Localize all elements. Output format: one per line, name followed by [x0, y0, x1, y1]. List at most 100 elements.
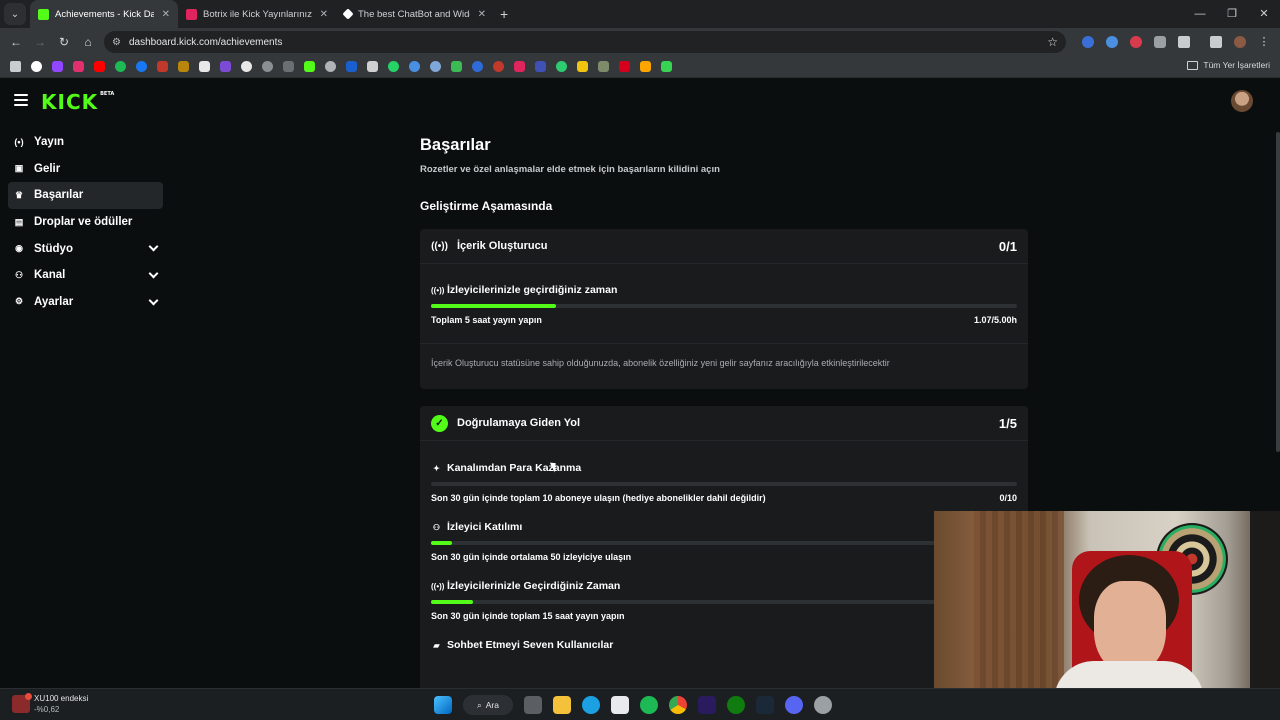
bookmark-icon[interactable]	[346, 61, 357, 72]
bookmark-icon[interactable]	[409, 61, 420, 72]
sidebar-item-basarilar[interactable]: ♛ Başarılar	[8, 182, 163, 209]
tab-botrix[interactable]: Botrix ile Kick Yayınlarınızı Daha ✕	[178, 0, 336, 28]
bookmark-icon[interactable]	[598, 61, 609, 72]
x-icon[interactable]	[199, 61, 210, 72]
twitch-icon[interactable]	[52, 61, 63, 72]
bookmark-icon[interactable]	[262, 61, 273, 72]
folder-icon	[1187, 60, 1199, 70]
app-icon[interactable]	[814, 696, 832, 714]
reload-icon[interactable]: ↻	[52, 35, 76, 49]
bookmark-icon[interactable]	[577, 61, 588, 72]
requirement-heading: ⚇ İzleyici Katılımı	[431, 521, 1017, 533]
puzzle-icon[interactable]	[1178, 36, 1190, 48]
profile-icon[interactable]	[1234, 36, 1246, 48]
bookmark-icon[interactable]	[157, 61, 168, 72]
taskbar-search[interactable]: ⌕ Ara	[463, 695, 513, 715]
chevron-down-icon[interactable]	[148, 268, 159, 279]
card-header: ((•)) İçerik Oluşturucu 0/1	[420, 229, 1028, 264]
close-tab-icon[interactable]: ✕	[320, 9, 328, 20]
close-tab-icon[interactable]: ✕	[162, 9, 170, 20]
discord-icon[interactable]	[785, 696, 803, 714]
market-widget[interactable]: XU100 endeksi -%0,62	[12, 693, 88, 715]
spotify-icon[interactable]	[115, 61, 126, 72]
shield-icon[interactable]	[1154, 36, 1166, 48]
sidebar-item-kanal[interactable]: ⚇ Kanal	[8, 262, 163, 289]
bookmark-star-icon[interactable]: ☆	[1047, 35, 1058, 49]
tiktok-icon[interactable]	[241, 61, 252, 72]
forward-icon[interactable]: →	[28, 35, 52, 49]
extension-icon[interactable]	[1106, 36, 1118, 48]
store-icon[interactable]	[611, 696, 629, 714]
wallet-icon: ▣	[14, 163, 24, 174]
close-tab-icon[interactable]: ✕	[478, 9, 486, 20]
extension-icon[interactable]	[1130, 36, 1142, 48]
steam-icon[interactable]	[756, 696, 774, 714]
sidebar-item-gelir[interactable]: ▣ Gelir	[8, 156, 163, 183]
url-input[interactable]: ⚙ dashboard.kick.com/achievements ☆	[104, 31, 1066, 53]
whatsapp-icon[interactable]	[388, 61, 399, 72]
home-icon[interactable]: ⌂	[76, 35, 100, 49]
sidebar-item-droplar[interactable]: ▤ Droplar ve ödüller	[8, 209, 163, 236]
windows-start-icon[interactable]	[434, 696, 452, 714]
taskbar-apps: ⌕ Ara	[434, 695, 843, 715]
bookmark-icon[interactable]	[619, 61, 630, 72]
edge-icon[interactable]	[582, 696, 600, 714]
gear-icon: ⚙	[14, 296, 24, 307]
new-tab-icon[interactable]: +	[500, 6, 508, 22]
chevron-down-icon[interactable]	[148, 295, 159, 306]
kick-icon[interactable]	[304, 61, 315, 72]
extension-icon[interactable]	[1082, 36, 1094, 48]
requirement-title: Kanalımdan Para Kazanma	[447, 462, 582, 474]
chat-bubble-icon: ▰	[433, 640, 440, 650]
broadcast-icon: ((•))	[431, 285, 445, 295]
page-scrollbar[interactable]	[1276, 132, 1280, 452]
hamburger-menu-icon[interactable]	[14, 94, 28, 109]
facebook-icon[interactable]	[136, 61, 147, 72]
bookmark-icon[interactable]	[493, 61, 504, 72]
tab-search-icon[interactable]: ⌄	[4, 3, 26, 25]
tab-chatbot[interactable]: The best ChatBot and Widgets ✕	[336, 0, 494, 28]
chevron-down-icon[interactable]	[148, 241, 159, 252]
sidebar-item-ayarlar[interactable]: ⚙ Ayarlar	[8, 289, 163, 316]
card-progress-count: 0/1	[998, 238, 1017, 254]
bookmark-icon[interactable]	[640, 61, 651, 72]
premiere-icon[interactable]	[698, 696, 716, 714]
sidebar-item-yayin[interactable]: (•) Yayın	[8, 129, 163, 156]
maps-icon[interactable]	[451, 61, 462, 72]
bookmark-icon[interactable]	[661, 61, 672, 72]
xbox-icon[interactable]	[727, 696, 745, 714]
bookmark-icon[interactable]	[514, 61, 525, 72]
tab-groups-icon[interactable]	[1210, 36, 1222, 48]
bookmark-icon[interactable]	[220, 61, 231, 72]
chrome-icon[interactable]	[669, 696, 687, 714]
google-icon[interactable]	[31, 61, 42, 72]
back-icon[interactable]: ←	[4, 35, 28, 49]
bookmark-icon[interactable]	[367, 61, 378, 72]
bookmarks-bar: Tüm Yer İşaretleri	[0, 56, 1280, 78]
instagram-icon[interactable]	[73, 61, 84, 72]
bookmark-icon[interactable]	[472, 61, 483, 72]
site-info-icon[interactable]: ⚙	[112, 37, 121, 48]
bookmark-icon[interactable]	[535, 61, 546, 72]
progress-fill	[431, 304, 557, 308]
sidebar-item-studyo[interactable]: ◉ Stüdyo	[8, 235, 163, 262]
bookmark-icon[interactable]	[325, 61, 336, 72]
youtube-icon[interactable]	[94, 61, 105, 72]
maximize-icon[interactable]: ❐	[1216, 0, 1248, 28]
task-view-icon[interactable]	[524, 696, 542, 714]
apps-grid-icon[interactable]	[10, 61, 21, 72]
bookmark-icon[interactable]	[178, 61, 189, 72]
spotify-icon[interactable]	[640, 696, 658, 714]
bookmark-icon[interactable]	[430, 61, 441, 72]
bookmark-icon[interactable]	[283, 61, 294, 72]
file-explorer-icon[interactable]	[553, 696, 571, 714]
tab-achievements[interactable]: Achievements - Kick Dashboard ✕	[30, 0, 178, 28]
all-bookmarks-button[interactable]: Tüm Yer İşaretleri	[1187, 60, 1270, 70]
user-avatar[interactable]	[1231, 90, 1253, 112]
bookmark-icon[interactable]	[556, 61, 567, 72]
browser-tab-bar: ⌄ Achievements - Kick Dashboard ✕ Botrix…	[0, 0, 1280, 28]
menu-dots-icon[interactable]: ⋮	[1258, 36, 1270, 48]
kick-logo[interactable]: KICK BETA	[41, 90, 114, 114]
minimize-icon[interactable]: —	[1184, 0, 1216, 28]
close-window-icon[interactable]: ✕	[1248, 0, 1280, 28]
